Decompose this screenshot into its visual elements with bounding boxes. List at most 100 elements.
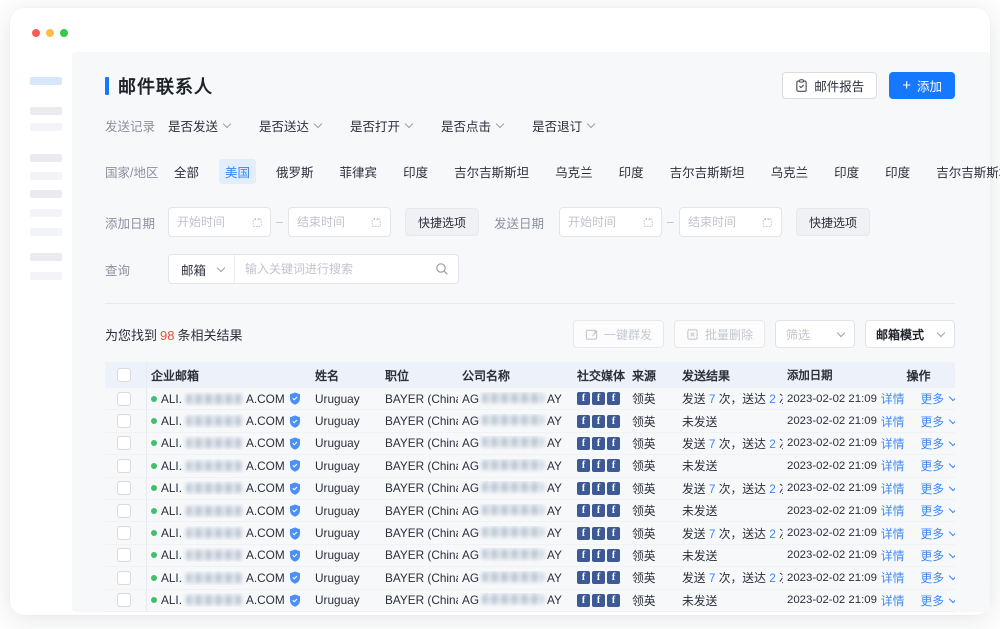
facebook-icon[interactable]: f [577, 504, 590, 517]
country-option[interactable]: 吉尔吉斯斯坦 [930, 159, 1000, 184]
detail-link[interactable]: 详情 [881, 390, 905, 407]
row-checkbox[interactable] [117, 481, 131, 495]
row-checkbox[interactable] [117, 526, 131, 540]
facebook-icon[interactable]: f [592, 392, 605, 405]
start-time-field[interactable] [568, 215, 637, 229]
add-date-quick-options-button[interactable]: 快捷选项 [405, 208, 479, 236]
facebook-icon[interactable]: f [607, 594, 620, 607]
mail-report-button[interactable]: 邮件报告 [782, 72, 877, 99]
facebook-icon[interactable]: f [577, 482, 590, 495]
more-link[interactable]: 更多 [921, 547, 956, 564]
facebook-icon[interactable]: f [607, 549, 620, 562]
keyword-search-input[interactable] [235, 262, 435, 276]
detail-link[interactable]: 详情 [881, 525, 905, 542]
facebook-icon[interactable]: f [592, 437, 605, 450]
row-checkbox[interactable] [117, 571, 131, 585]
more-link[interactable]: 更多 [921, 457, 956, 474]
facebook-icon[interactable]: f [592, 594, 605, 607]
facebook-icon[interactable]: f [607, 459, 620, 472]
add-date-start-input[interactable] [168, 207, 271, 237]
detail-link[interactable]: 详情 [881, 592, 905, 609]
more-link[interactable]: 更多 [921, 502, 956, 519]
send-status-dropdown[interactable]: 是否发送 [168, 116, 230, 135]
facebook-icon[interactable]: f [577, 437, 590, 450]
row-checkbox[interactable] [117, 392, 131, 406]
more-link[interactable]: 更多 [921, 569, 956, 586]
facebook-icon[interactable]: f [577, 459, 590, 472]
facebook-icon[interactable]: f [592, 415, 605, 428]
facebook-icon[interactable]: f [577, 571, 590, 584]
facebook-icon[interactable]: f [577, 594, 590, 607]
row-checkbox[interactable] [117, 459, 131, 473]
row-checkbox[interactable] [117, 414, 131, 428]
facebook-icon[interactable]: f [607, 482, 620, 495]
detail-link[interactable]: 详情 [881, 413, 905, 430]
detail-link[interactable]: 详情 [881, 435, 905, 452]
row-checkbox[interactable] [117, 548, 131, 562]
more-link[interactable]: 更多 [921, 390, 956, 407]
detail-link[interactable]: 详情 [881, 569, 905, 586]
country-option[interactable]: 吉尔吉斯斯坦 [664, 159, 751, 184]
add-button[interactable]: + 添加 [889, 72, 955, 99]
end-time-field[interactable] [297, 215, 366, 229]
start-time-field[interactable] [177, 215, 246, 229]
detail-link[interactable]: 详情 [881, 457, 905, 474]
facebook-icon[interactable]: f [577, 527, 590, 540]
more-link[interactable]: 更多 [921, 435, 956, 452]
facebook-icon[interactable]: f [577, 392, 590, 405]
detail-link[interactable]: 详情 [881, 502, 905, 519]
row-checkbox[interactable] [117, 593, 131, 607]
facebook-icon[interactable]: f [607, 527, 620, 540]
country-option[interactable]: 吉尔吉斯斯坦 [448, 159, 535, 184]
country-option[interactable]: 乌克兰 [765, 159, 815, 184]
facebook-icon[interactable]: f [607, 571, 620, 584]
more-link[interactable]: 更多 [921, 592, 956, 609]
send-status-dropdown[interactable]: 是否点击 [441, 116, 503, 135]
send-status-dropdown[interactable]: 是否打开 [350, 116, 412, 135]
facebook-icon[interactable]: f [592, 504, 605, 517]
facebook-icon[interactable]: f [592, 571, 605, 584]
country-option[interactable]: 印度 [828, 159, 865, 184]
send-status-dropdown[interactable]: 是否送达 [259, 116, 321, 135]
search-icon[interactable] [435, 262, 449, 276]
country-option[interactable]: 全部 [168, 159, 205, 184]
row-checkbox[interactable] [117, 436, 131, 450]
facebook-icon[interactable]: f [577, 415, 590, 428]
end-time-field[interactable] [688, 215, 757, 229]
send-date-end-input[interactable] [679, 207, 782, 237]
row-checkbox[interactable] [117, 504, 131, 518]
send-status-dropdown[interactable]: 是否退订 [532, 116, 594, 135]
more-link[interactable]: 更多 [921, 413, 956, 430]
minimize-window-button[interactable] [46, 29, 54, 37]
facebook-icon[interactable]: f [607, 415, 620, 428]
mailbox-mode-select[interactable]: 邮箱模式 [865, 320, 955, 348]
facebook-icon[interactable]: f [577, 549, 590, 562]
bulk-send-button[interactable]: 一键群发 [573, 320, 664, 348]
country-option[interactable]: 俄罗斯 [270, 159, 320, 184]
bulk-delete-button[interactable]: 批量删除 [674, 320, 765, 348]
facebook-icon[interactable]: f [607, 504, 620, 517]
filter-select[interactable]: 筛选 [775, 320, 855, 348]
country-option[interactable]: 印度 [397, 159, 434, 184]
send-date-quick-options-button[interactable]: 快捷选项 [796, 208, 870, 236]
send-date-start-input[interactable] [559, 207, 662, 237]
country-option[interactable]: 美国 [219, 159, 256, 184]
close-window-button[interactable] [32, 29, 40, 37]
detail-link[interactable]: 详情 [881, 547, 905, 564]
country-option[interactable]: 菲律宾 [334, 159, 384, 184]
more-link[interactable]: 更多 [921, 480, 956, 497]
facebook-icon[interactable]: f [592, 482, 605, 495]
country-option[interactable]: 印度 [879, 159, 916, 184]
query-field-select[interactable]: 邮箱 [169, 255, 235, 283]
country-option[interactable]: 乌克兰 [549, 159, 599, 184]
add-date-end-input[interactable] [288, 207, 391, 237]
maximize-window-button[interactable] [60, 29, 68, 37]
more-link[interactable]: 更多 [921, 525, 956, 542]
detail-link[interactable]: 详情 [881, 480, 905, 497]
facebook-icon[interactable]: f [607, 392, 620, 405]
select-all-checkbox[interactable] [117, 368, 131, 382]
country-option[interactable]: 印度 [613, 159, 650, 184]
facebook-icon[interactable]: f [592, 527, 605, 540]
facebook-icon[interactable]: f [592, 459, 605, 472]
facebook-icon[interactable]: f [607, 437, 620, 450]
